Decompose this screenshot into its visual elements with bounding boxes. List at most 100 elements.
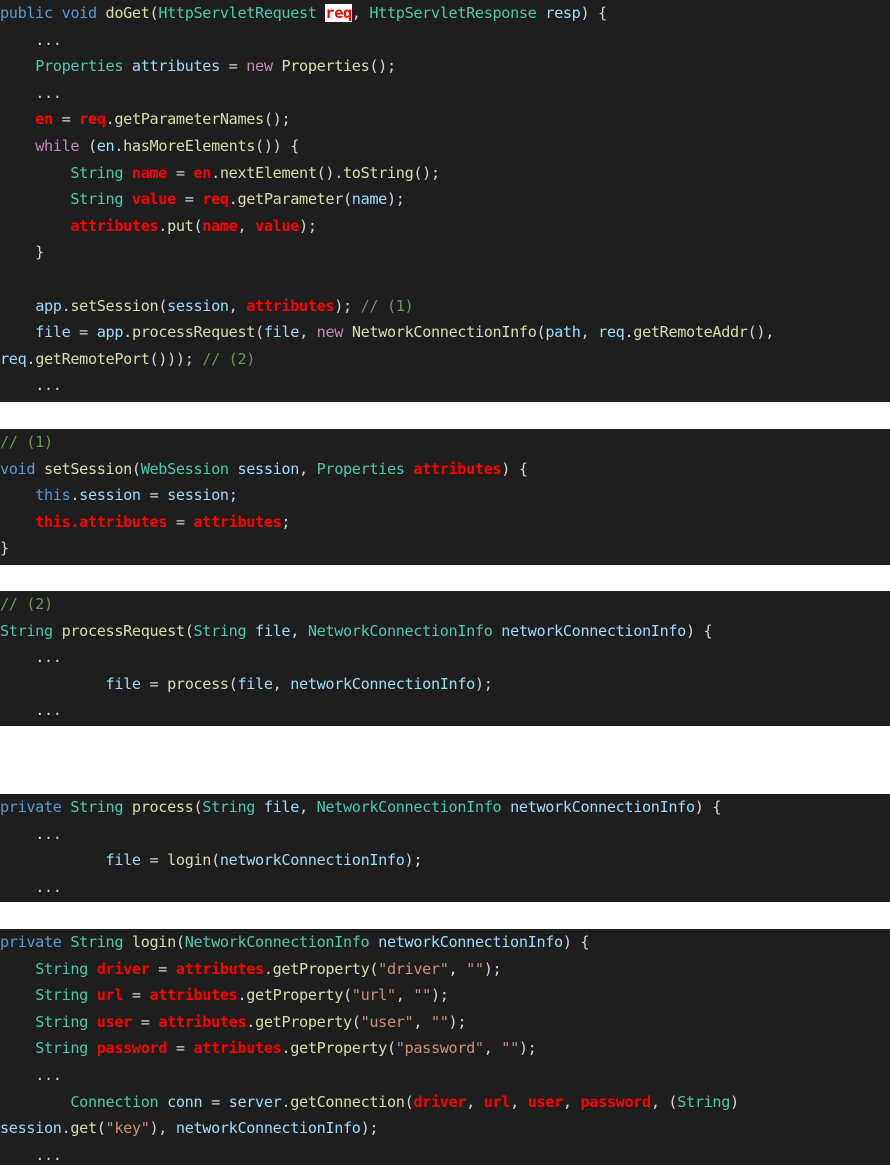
punctuation [0, 648, 35, 666]
punctuation [88, 960, 97, 978]
function-name: getProperty [272, 959, 370, 978]
punctuation: ); [386, 190, 405, 209]
punctuation: ( [149, 4, 159, 22]
type-name: String [202, 798, 256, 816]
punctuation: ); [483, 959, 502, 978]
punctuation: . [211, 163, 220, 182]
punctuation [0, 376, 35, 394]
code-line: req.getRemotePort())); // (2) [0, 346, 255, 373]
punctuation: ) [730, 1092, 739, 1111]
type-name: Properties [316, 459, 405, 478]
punctuation [0, 1146, 35, 1164]
punctuation: ( [158, 296, 168, 315]
tainted-token: attributes [246, 296, 335, 315]
keyword: this [35, 486, 71, 505]
punctuation: . [281, 1039, 291, 1058]
code-line: void setSession(WebSession session, Prop… [0, 456, 528, 483]
code-line: ... [0, 874, 62, 901]
tainted-token: url [96, 986, 124, 1005]
punctuation: } [0, 539, 9, 558]
function-name: get [70, 1119, 97, 1138]
tainted-token: en [35, 110, 53, 129]
punctuation: ); [404, 851, 423, 870]
punctuation: . [158, 216, 168, 235]
code-line: ... [0, 697, 62, 724]
punctuation: = [140, 674, 168, 693]
variable: networkConnectionInfo [510, 798, 695, 816]
punctuation: , [580, 323, 599, 342]
punctuation: = [52, 110, 80, 129]
keyword: void [0, 459, 36, 478]
code-block-doget: public void doGet(HttpServletRequest req… [0, 0, 890, 402]
tainted-token: driver [413, 1092, 467, 1111]
punctuation: , [395, 986, 414, 1005]
punctuation [0, 513, 35, 531]
variable: session [237, 459, 300, 478]
punctuation: ( [175, 933, 185, 951]
punctuation: ( [255, 323, 264, 342]
function-name: getProperty [255, 1012, 352, 1031]
punctuation [0, 1093, 70, 1111]
tainted-token: req [202, 190, 229, 209]
code-line: String value = req.getParameter(name); [0, 186, 405, 213]
punctuation [35, 460, 44, 478]
ellipsis: ... [35, 1145, 62, 1164]
variable: networkConnectionInfo [501, 621, 686, 640]
tainted-token: en [193, 163, 212, 182]
code-line: private String process(String file, Netw… [0, 794, 722, 821]
variable: networkConnectionInfo [219, 851, 405, 870]
variable: networkConnectionInfo [378, 933, 563, 951]
punctuation: = [140, 486, 168, 505]
punctuation [369, 933, 378, 951]
punctuation: , [228, 296, 247, 315]
code-line: String processRequest(String file, Netwo… [0, 618, 713, 645]
punctuation: ); [474, 674, 493, 693]
punctuation: , ( [650, 1092, 678, 1111]
function-name: nextElement [219, 163, 317, 182]
tainted-token: user [527, 1092, 564, 1111]
punctuation: , [483, 1039, 502, 1058]
punctuation: } [0, 243, 44, 262]
code-line: String driver = attributes.getProperty("… [0, 956, 501, 983]
control-keyword: while [35, 137, 80, 155]
tainted-token: req [79, 110, 106, 129]
punctuation [0, 31, 35, 49]
punctuation: (). [316, 163, 344, 182]
punctuation: , [448, 959, 467, 978]
code-line: en = req.getParameterNames(); [0, 106, 290, 133]
string-literal: "" [430, 1012, 449, 1031]
variable: resp [545, 4, 581, 22]
punctuation: ) { [562, 933, 590, 951]
punctuation [53, 4, 62, 22]
type-name: NetworkConnectionInfo [307, 621, 493, 640]
function-name: login [131, 933, 176, 951]
type-name: String [677, 1092, 730, 1111]
keyword: private [0, 798, 62, 816]
code-line: this.attributes = attributes; [0, 509, 290, 536]
punctuation: ); [299, 216, 317, 235]
punctuation: ) { [580, 4, 607, 22]
function-name: doGet [105, 4, 150, 22]
punctuation: (); [369, 57, 396, 76]
punctuation [0, 164, 70, 182]
punctuation: ( [193, 216, 203, 235]
code-block-setsession: // (1) void setSession(WebSession session… [0, 429, 890, 565]
function-name: processRequest [131, 323, 256, 342]
variable: networkConnectionInfo [175, 1119, 361, 1138]
punctuation [493, 622, 502, 640]
punctuation: ( [536, 323, 546, 342]
punctuation: , [562, 1092, 581, 1111]
punctuation: , [299, 459, 317, 478]
code-line: file = app.processRequest(file, new Netw… [0, 319, 774, 346]
variable: attributes [131, 57, 220, 76]
punctuation [123, 57, 132, 75]
punctuation: , [466, 1092, 484, 1111]
variable: networkConnectionInfo [290, 674, 475, 693]
function-name: getRemotePort [35, 349, 150, 368]
punctuation: , [413, 1012, 431, 1031]
variable: path [545, 323, 581, 342]
punctuation: . [237, 986, 247, 1005]
punctuation [0, 137, 35, 155]
ellipsis: ... [35, 30, 62, 49]
type-name: NetworkConnectionInfo [316, 798, 502, 816]
